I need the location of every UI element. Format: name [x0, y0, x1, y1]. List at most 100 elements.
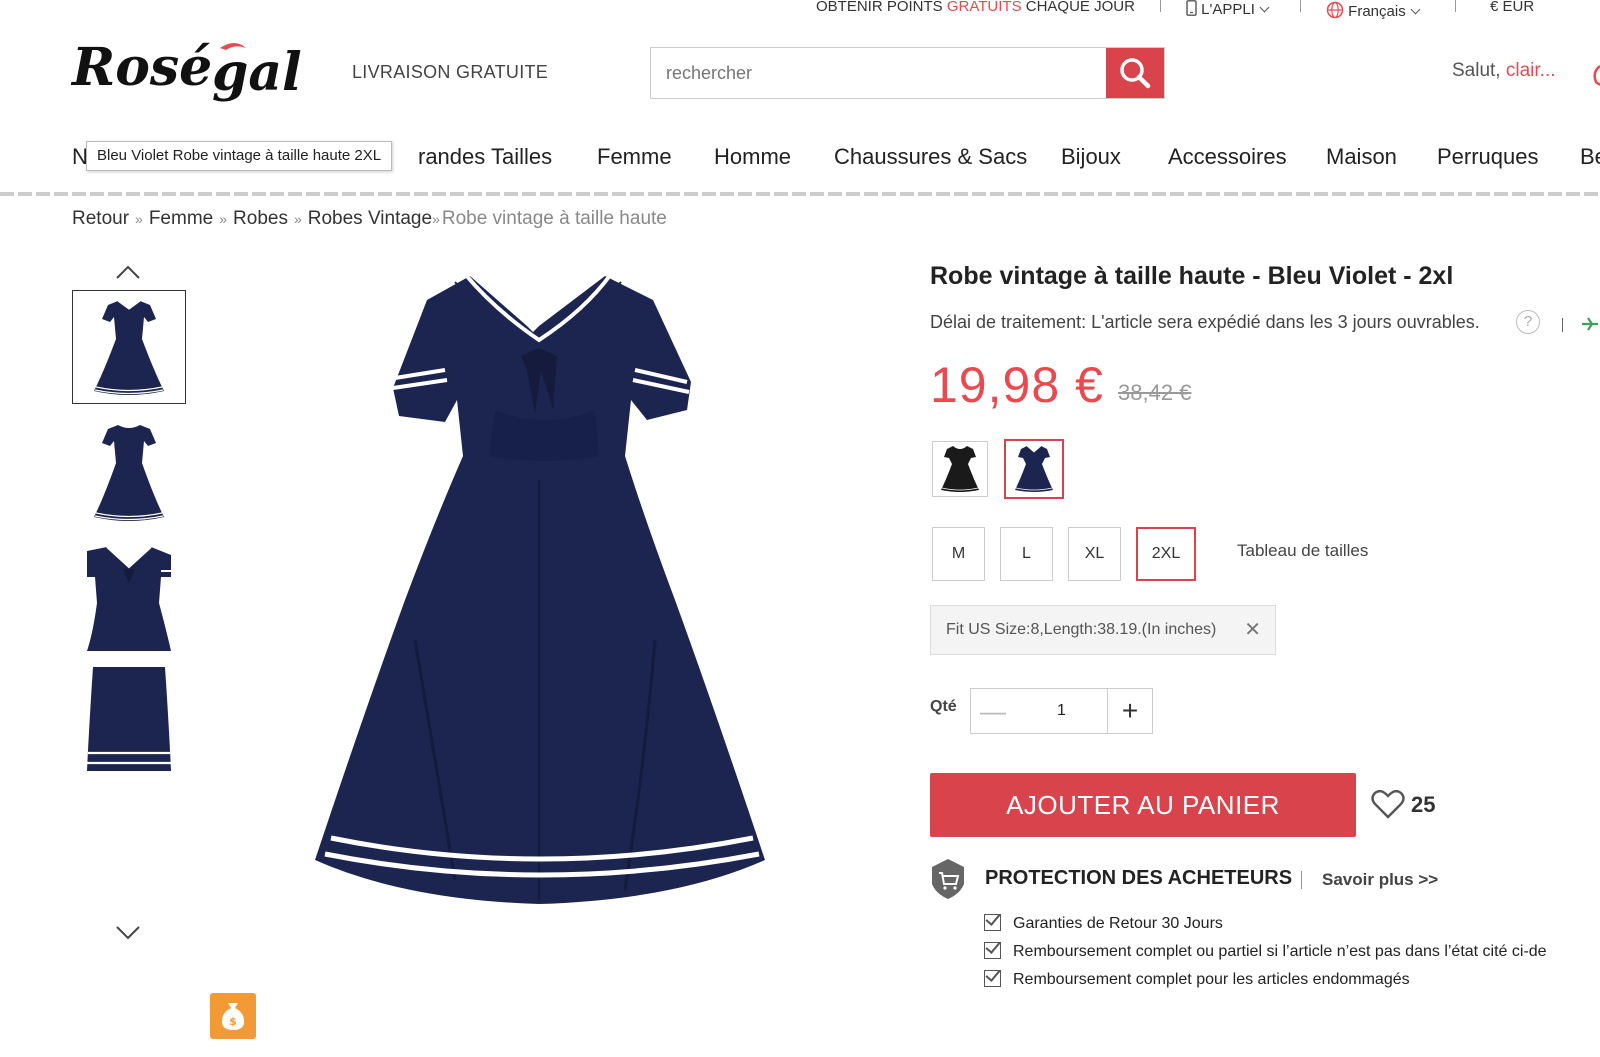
- guarantee-text: Remboursement complet ou partiel si l’ar…: [1013, 943, 1547, 960]
- nav-item-jewelry[interactable]: Bijoux: [1061, 144, 1121, 170]
- money-bag-icon[interactable]: $: [210, 993, 256, 1039]
- nav-item-women[interactable]: Femme: [597, 144, 672, 170]
- dress-thumbnail-image: [87, 546, 171, 651]
- add-to-cart-button[interactable]: AJOUTER AU PANIER: [930, 773, 1356, 837]
- language-dropdown[interactable]: Français: [1326, 0, 1421, 20]
- svg-text:$: $: [229, 1015, 237, 1028]
- buyer-protection-title: PROTECTION DES ACHETEURS: [985, 867, 1293, 889]
- points-highlight: GRATUITS: [946, 0, 1022, 15]
- quantity-decrease-button[interactable]: —: [970, 688, 1016, 734]
- quantity-label: Qté: [930, 698, 957, 715]
- help-icon[interactable]: ?: [1516, 310, 1540, 334]
- checkbox-icon: [984, 970, 1001, 987]
- logo-graphic: Rosé gal: [70, 37, 302, 103]
- nav-divider: [0, 192, 1600, 196]
- checkbox-icon: [984, 942, 1001, 959]
- chevron-down-icon: [1410, 4, 1421, 15]
- main-product-image[interactable]: [295, 260, 805, 940]
- heart-icon[interactable]: [1371, 789, 1405, 819]
- color-swatch-black[interactable]: [932, 441, 988, 497]
- topbar-divider: [1455, 0, 1456, 12]
- thumbs-scroll-up-icon[interactable]: [115, 264, 141, 280]
- currency-label: € EUR: [1490, 0, 1535, 15]
- dress-thumbnail-image: [87, 667, 171, 771]
- fit-info-text: Fit US Size:8,Length:38.19.(In inches): [946, 621, 1217, 638]
- size-chart-link[interactable]: Tableau de tailles: [1237, 541, 1368, 561]
- topbar-divider: [1160, 0, 1161, 12]
- breadcrumb-current: Robe vintage à taille haute: [441, 208, 667, 229]
- processing-time: Délai de traitement: L'article sera expé…: [930, 312, 1480, 332]
- image-tooltip: Bleu Violet Robe vintage à taille haute …: [86, 141, 393, 171]
- guarantee-text: Remboursement complet pour les articles …: [1013, 971, 1410, 988]
- greeting-prefix: Salut,: [1452, 60, 1501, 81]
- original-price: 38,42 €: [1118, 380, 1192, 405]
- daily-points-link[interactable]: OBTENIR POINTS GRATUITS CHAQUE JOUR: [816, 0, 1135, 15]
- dress-thumbnail-image: [94, 300, 164, 395]
- breadcrumb: Retour» Femme» Robes» Robes Vintage» Robe vi…: [72, 208, 667, 230]
- breadcrumb-back[interactable]: Retour: [72, 208, 129, 229]
- chevron-down-icon: [1259, 2, 1270, 13]
- breadcrumb-vintage-dresses[interactable]: Robes Vintage: [308, 208, 432, 229]
- breadcrumb-women[interactable]: Femme: [149, 208, 213, 229]
- globe-icon: [1326, 1, 1344, 19]
- color-swatch-navy[interactable]: [1004, 439, 1064, 499]
- search-bar: [650, 47, 1165, 99]
- size-option-xl[interactable]: XL: [1068, 527, 1121, 581]
- thumbnail-back[interactable]: [72, 416, 186, 530]
- breadcrumb-separator: »: [432, 211, 440, 227]
- cart-shield-icon: [932, 859, 964, 899]
- favorite-count: 25: [1411, 792, 1436, 817]
- app-dropdown[interactable]: L'APPLI: [1186, 0, 1270, 18]
- guarantee-item: Remboursement complet ou partiel si l’ar…: [984, 939, 1547, 961]
- nav-item-shoes-bags[interactable]: Chaussures & Sacs: [834, 144, 1027, 170]
- search-button[interactable]: [1106, 48, 1164, 98]
- breadcrumb-dresses[interactable]: Robes: [233, 208, 288, 229]
- nav-item-accessories[interactable]: Accessoires: [1168, 144, 1287, 170]
- account-greeting[interactable]: Salut, clair...: [1452, 60, 1556, 82]
- fit-info-box: Fit US Size:8,Length:38.19.(In inches) ✕: [930, 605, 1276, 655]
- thumbs-scroll-down-icon[interactable]: [115, 925, 141, 941]
- black-dress-swatch-image: [941, 446, 979, 492]
- thumbnail-front[interactable]: [72, 290, 186, 404]
- app-label: L'APPLI: [1201, 1, 1255, 18]
- navy-dress-swatch-image: [1015, 445, 1053, 492]
- greeting-username: clair...: [1505, 60, 1556, 81]
- checkbox-icon: [984, 914, 1001, 931]
- nav-item-home[interactable]: Maison: [1326, 144, 1397, 170]
- quantity-input[interactable]: 1: [1015, 688, 1108, 734]
- rosegal-logo[interactable]: Rosé gal: [70, 30, 330, 110]
- svg-text:Rosé: Rosé: [70, 37, 212, 98]
- dress-thumbnail-image: [94, 425, 164, 521]
- size-option-2xl[interactable]: 2XL: [1136, 527, 1196, 581]
- product-title: Robe vintage à taille haute - Bleu Viole…: [930, 262, 1454, 290]
- topbar-divider: [1300, 0, 1301, 12]
- language-label: Français: [1348, 3, 1406, 20]
- close-icon[interactable]: ✕: [1244, 606, 1261, 654]
- breadcrumb-separator: »: [219, 211, 228, 227]
- currency-selector[interactable]: € EUR: [1490, 0, 1534, 15]
- cart-icon[interactable]: [1590, 58, 1600, 88]
- size-option-l[interactable]: L: [1000, 527, 1053, 581]
- size-option-m[interactable]: M: [932, 527, 985, 581]
- learn-more-link[interactable]: Savoir plus >>: [1322, 870, 1438, 890]
- nav-item-plus-size[interactable]: randes Tailles: [418, 144, 552, 170]
- phone-icon: [1186, 0, 1197, 16]
- guarantee-item: Remboursement complet pour les articles …: [984, 967, 1410, 989]
- info-divider: [1562, 318, 1563, 332]
- breadcrumb-separator: »: [135, 211, 143, 227]
- nav-item-men[interactable]: Homme: [714, 144, 791, 170]
- nav-item-beauty[interactable]: Be: [1580, 144, 1600, 170]
- quantity-increase-button[interactable]: +: [1107, 688, 1153, 734]
- search-input[interactable]: [651, 48, 1106, 98]
- thumbnail-bodice[interactable]: [72, 540, 186, 654]
- guarantee-text: Garanties de Retour 30 Jours: [1013, 915, 1223, 932]
- search-icon: [1120, 58, 1151, 89]
- guarantee-item: Garanties de Retour 30 Jours: [984, 911, 1223, 933]
- money-bag-graphic: $: [221, 1003, 245, 1030]
- thumbnail-hem[interactable]: [72, 664, 186, 778]
- nav-item-wigs[interactable]: Perruques: [1437, 144, 1539, 170]
- top-utility-bar: OBTENIR POINTS GRATUITS CHAQUE JOUR L'AP…: [0, 0, 1600, 20]
- protection-divider: [1301, 871, 1302, 889]
- plane-icon[interactable]: [1580, 314, 1600, 334]
- current-price: 19,98 €: [930, 357, 1104, 413]
